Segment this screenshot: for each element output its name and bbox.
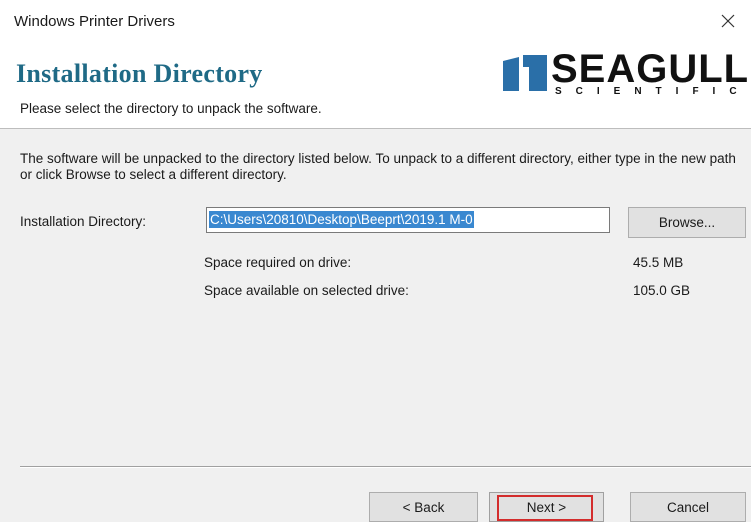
back-button-label: < Back — [402, 499, 445, 515]
logo-subtitle: SCIENTIFIC — [555, 86, 751, 97]
close-icon — [721, 14, 735, 28]
seagull-logo: SEAGULL SCIENTIFIC — [503, 47, 751, 102]
space-required-value: 45.5 MB — [633, 255, 684, 270]
footer-divider — [20, 466, 751, 468]
description-text: The software will be unpacked to the dir… — [20, 151, 736, 182]
next-button-highlight — [497, 495, 593, 521]
space-available-value: 105.0 GB — [633, 283, 691, 298]
next-button[interactable]: Next > — [489, 492, 604, 522]
title-bar[interactable]: Windows Printer Drivers — [0, 0, 751, 42]
browse-button[interactable]: Browse... — [628, 207, 746, 238]
page-title: Installation Directory — [16, 59, 263, 88]
seagull-logo-mark-icon — [503, 55, 547, 91]
logo-name: SEAGULL — [551, 47, 750, 91]
page-subtitle: Please select the directory to unpack th… — [20, 101, 322, 116]
window-title: Windows Printer Drivers — [14, 13, 175, 30]
installation-directory-input[interactable]: C:\Users\20810\Desktop\Beeprt\2019.1 M-0 — [206, 207, 610, 233]
installation-directory-label: Installation Directory: — [20, 214, 147, 229]
cancel-button-label: Cancel — [666, 499, 710, 515]
close-button[interactable] — [705, 0, 751, 42]
wizard-header: Installation Directory Please select the… — [0, 42, 751, 129]
installation-directory-value: C:\Users\20810\Desktop\Beeprt\2019.1 M-0 — [209, 211, 474, 228]
space-available-label: Space available on selected drive: — [204, 283, 409, 298]
space-required-label: Space required on drive: — [204, 255, 352, 270]
installer-window: Windows Printer Drivers Installation Dir… — [0, 0, 751, 522]
back-button[interactable]: < Back — [369, 492, 478, 522]
cancel-button[interactable]: Cancel — [630, 492, 746, 522]
